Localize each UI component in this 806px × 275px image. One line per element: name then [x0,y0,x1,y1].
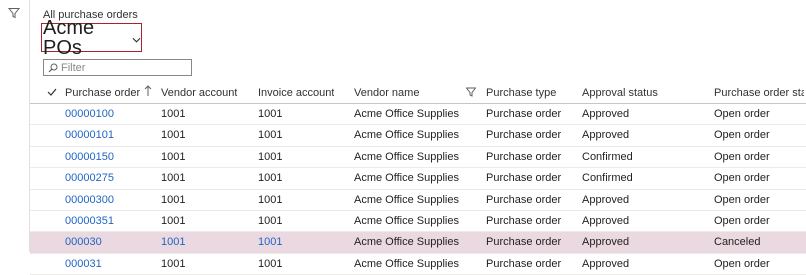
po-status-cell: Open order [714,193,770,206]
purchase-order-link[interactable]: 000031 [65,258,102,270]
approval-status-cell: Approved [582,257,630,270]
funnel-icon[interactable] [8,7,20,19]
vendor-account-cell: 1001 [161,193,186,206]
po-status-cell: Open order [714,129,770,142]
table-row[interactable]: 00000275 1001 1001 Acme Office Supplies … [30,168,806,190]
po-status-cell: Open order [714,172,770,185]
approval-status-cell: Approved [582,108,630,120]
purchase-order-link[interactable]: 00000300 [65,194,114,206]
purchase-type-cell: Purchase order [486,257,562,270]
column-header-invoice-account[interactable]: Invoice account [258,87,334,99]
purchase-type-cell: Purchase order [486,172,562,185]
po-status-cell: Open order [714,150,770,163]
table-row[interactable]: 00000351 1001 1001 Acme Office Supplies … [30,211,806,233]
column-header-purchase-order[interactable]: Purchase order [65,87,140,99]
vendor-name-cell: Acme Office Supplies [354,129,459,142]
purchase-order-link[interactable]: 00000150 [65,151,114,163]
purchase-order-link[interactable]: 00000101 [65,129,114,141]
filter-pane-rail [0,0,30,252]
approval-status-cell: Confirmed [582,150,633,163]
approval-status-cell: Approved [582,236,630,249]
purchase-type-cell: Purchase order [486,150,562,163]
approval-status-cell: Approved [582,193,630,206]
po-status-cell: Open order [714,257,770,270]
table-row[interactable]: 00000300 1001 1001 Acme Office Supplies … [30,190,806,211]
checkmark-icon [47,88,57,96]
grid-header: Purchase order Vendor account Invoice ac… [30,83,806,104]
invoice-account-cell: 1001 [258,108,283,120]
approval-status-cell: Approved [582,129,630,142]
purchase-type-cell: Purchase order [486,193,562,206]
po-status-cell: Canceled [714,236,761,249]
purchase-type-cell: Purchase order [486,236,562,249]
table-row[interactable]: 000031 1001 1001 Acme Office Supplies Pu… [30,254,806,275]
purchase-order-link[interactable]: 00000275 [65,172,114,184]
column-header-purchase-order-status[interactable]: Purchase order sta... [714,87,804,99]
vendor-name-cell: Acme Office Supplies [354,214,459,227]
invoice-account-cell: 1001 [258,257,283,270]
invoice-account-cell: 1001 [258,214,283,227]
vendor-name-cell: Acme Office Supplies [354,108,459,120]
vendor-name-cell: Acme Office Supplies [354,193,459,206]
column-header-vendor-name[interactable]: Vendor name [354,87,419,99]
approval-status-cell: Approved [582,214,630,227]
column-header-approval-status[interactable]: Approval status [582,87,658,99]
vendor-account-cell: 1001 [161,257,186,270]
select-all-checkbox[interactable] [47,87,57,97]
filter-input[interactable] [61,60,181,75]
purchase-order-link[interactable]: 000030 [65,236,102,248]
sort-ascending-icon[interactable] [144,85,152,97]
table-row[interactable]: 00000101 1001 1001 Acme Office Supplies … [30,125,806,147]
column-header-vendor-account[interactable]: Vendor account [161,87,237,99]
invoice-account-cell: 1001 [258,129,283,142]
purchase-order-link[interactable]: 00000100 [65,108,114,120]
purchase-type-cell: Purchase order [486,108,562,120]
filter-box[interactable] [43,59,192,76]
column-filter-icon[interactable] [466,87,476,97]
invoice-account-cell[interactable]: 1001 [258,236,282,248]
invoice-account-cell: 1001 [258,172,283,185]
vendor-name-cell: Acme Office Supplies [354,257,459,270]
invoice-account-cell: 1001 [258,150,283,163]
table-row[interactable]: 00000100 1001 1001 Acme Office Supplies … [30,104,806,126]
view-title: Acme POs [43,16,95,59]
purchase-type-cell: Purchase order [486,129,562,142]
vendor-name-cell: Acme Office Supplies [354,172,459,185]
approval-status-cell: Confirmed [582,172,633,185]
view-selector[interactable]: Acme POs [41,18,142,58]
purchase-order-link[interactable]: 00000351 [65,215,114,227]
vendor-name-cell: Acme Office Supplies [354,236,459,249]
purchase-orders-grid: Purchase order Vendor account Invoice ac… [30,83,806,275]
chevron-down-icon [132,37,141,43]
vendor-account-cell[interactable]: 1001 [161,236,185,248]
column-header-purchase-type[interactable]: Purchase type [486,87,556,99]
vendor-account-cell: 1001 [161,129,186,142]
search-icon [48,63,58,72]
vendor-name-cell: Acme Office Supplies [354,150,459,163]
vendor-account-cell: 1001 [161,150,186,163]
purchase-type-cell: Purchase order [486,214,562,227]
table-row-selected[interactable]: 000030 1001 1001 Acme Office Supplies Pu… [30,232,806,254]
vendor-account-cell: 1001 [161,214,186,227]
vendor-account-cell: 1001 [161,108,186,120]
vendor-account-cell: 1001 [161,172,186,185]
po-status-cell: Open order [714,214,770,227]
invoice-account-cell: 1001 [258,193,283,206]
po-status-cell: Open order [714,108,770,120]
table-row[interactable]: 00000150 1001 1001 Acme Office Supplies … [30,147,806,169]
